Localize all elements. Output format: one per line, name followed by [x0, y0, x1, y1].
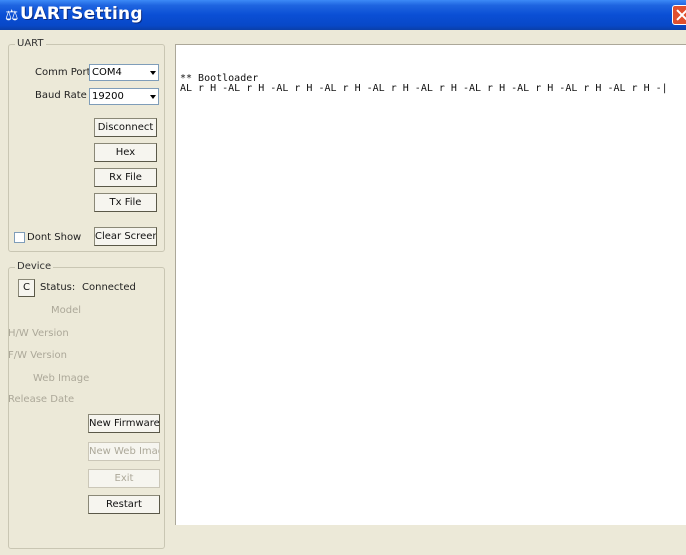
tx-file-button[interactable]: Tx File — [94, 193, 157, 212]
c-button[interactable]: C — [18, 279, 35, 297]
device-group-label: Device — [15, 261, 54, 272]
console-output[interactable]: ** Bootloader AL r H -AL r H -AL r H -AL… — [175, 44, 686, 525]
rx-file-button[interactable]: Rx File — [94, 168, 157, 187]
chevron-down-icon[interactable] — [150, 95, 156, 99]
baud-rate-select[interactable]: 19200 — [89, 88, 159, 105]
comm-port-value: COM4 — [92, 67, 122, 78]
comm-port-label: Comm Port — [35, 67, 91, 78]
release-date-label: Release Date — [8, 394, 75, 405]
restart-button[interactable]: Restart — [88, 495, 160, 514]
app-icon: ⚖ — [5, 6, 19, 24]
window-body: UART Comm Port COM4 Baud Rate 19200 Disc… — [0, 30, 686, 555]
exit-button[interactable]: Exit — [88, 469, 160, 488]
clear-screen-button[interactable]: Clear Screen — [94, 227, 157, 246]
console-line: AL r H -AL r H -AL r H -AL r H -AL r H -… — [180, 83, 668, 94]
dont-show-checkbox[interactable] — [14, 232, 25, 243]
disconnect-button[interactable]: Disconnect — [94, 118, 157, 137]
comm-port-select[interactable]: COM4 — [89, 64, 159, 81]
uart-group-label: UART — [15, 38, 46, 49]
web-image-label: Web Image — [33, 373, 90, 384]
dont-show-label: Dont Show — [27, 232, 82, 243]
model-label: Model — [51, 305, 82, 316]
close-icon[interactable] — [672, 5, 686, 25]
hw-version-label: H/W Version — [8, 328, 69, 339]
new-firmware-button[interactable]: New Firmware — [88, 414, 160, 433]
baud-rate-label: Baud Rate — [35, 90, 87, 101]
hex-button[interactable]: Hex — [94, 143, 157, 162]
fw-version-label: F/W Version — [8, 350, 67, 361]
window-title: UARTSetting — [20, 4, 143, 24]
baud-rate-value: 19200 — [92, 91, 124, 102]
new-web-image-button[interactable]: New Web Image — [88, 442, 160, 461]
chevron-down-icon[interactable] — [150, 71, 156, 75]
status-label: Status: — [40, 282, 76, 293]
title-bar[interactable]: ⚖ UARTSetting — [0, 0, 686, 30]
status-value: Connected — [82, 282, 136, 293]
